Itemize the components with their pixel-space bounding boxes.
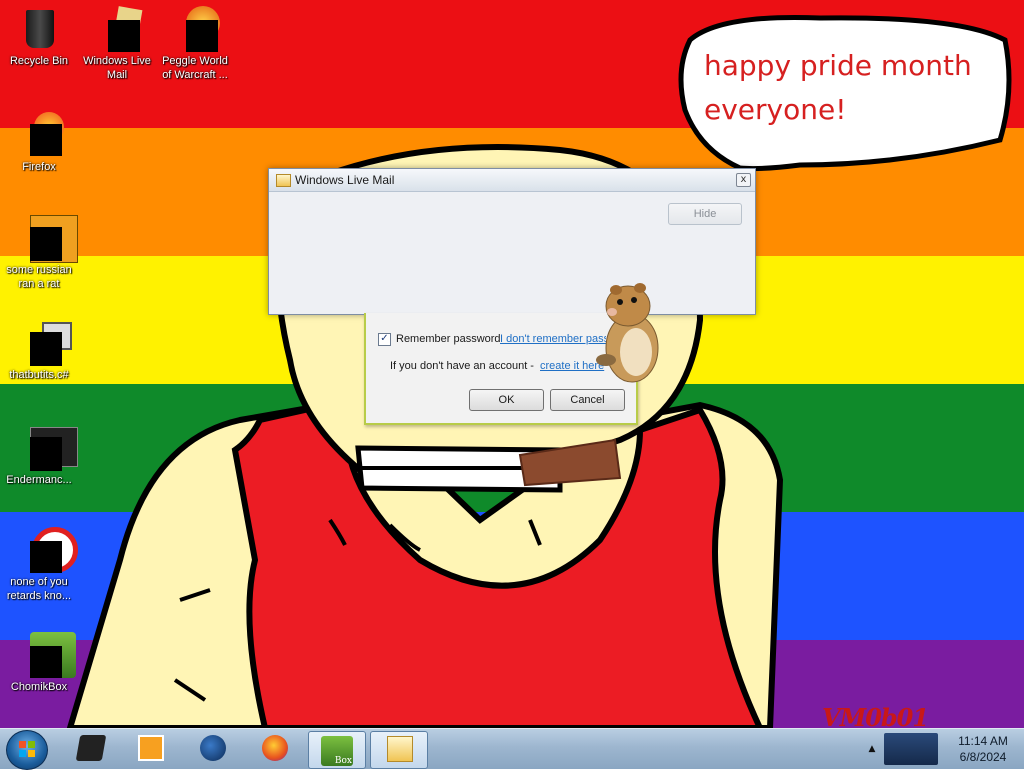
- desktop-icon-windows-live-mail[interactable]: Windows Live Mail: [78, 6, 156, 82]
- desktop-icon-label: thatbutits.c#: [9, 369, 69, 381]
- remember-password-label: Remember password: [396, 333, 501, 345]
- taskbar: Box ▲ 11:14 AM 6/8/2024: [0, 728, 1024, 770]
- hamster-app-icon: [16, 632, 76, 678]
- printer-icon: [75, 735, 107, 761]
- show-hidden-icons-button[interactable]: ▲: [864, 739, 880, 759]
- clock-time[interactable]: 11:14 AM: [946, 734, 1020, 748]
- mail-icon: [387, 736, 413, 762]
- desktop-icon-peggle[interactable]: Peggle World of Warcraft ...: [156, 6, 234, 82]
- desktop-icon-label: none of you retards kno...: [6, 576, 72, 602]
- media-player-icon: [138, 735, 164, 761]
- desktop-icon-endermanc[interactable]: Endermanc...: [0, 425, 78, 487]
- terminal-icon: [16, 425, 78, 471]
- desktop: happy pride month everyone! Recycle Bin …: [0, 0, 1024, 728]
- remember-password-checkbox[interactable]: ✓: [378, 333, 391, 346]
- recycle-bin-icon: [16, 6, 62, 52]
- hamster-pet-image: [596, 283, 659, 383]
- window-title: Windows Live Mail: [295, 173, 395, 187]
- ok-button[interactable]: OK: [469, 389, 544, 411]
- cancel-button[interactable]: Cancel: [550, 389, 625, 411]
- hamster-app-icon: Box: [321, 736, 353, 766]
- windows-logo-icon: [19, 741, 35, 757]
- desktop-icon-russian-rat[interactable]: some russian ran a rat: [0, 215, 78, 291]
- firefox-icon: [16, 112, 64, 158]
- desktop-icon-label: Recycle Bin: [9, 55, 69, 67]
- peggle-icon: [172, 6, 220, 52]
- taskbar-pinned-printer[interactable]: [62, 731, 118, 767]
- desktop-icon-chomikbox[interactable]: ChomikBox: [0, 632, 78, 694]
- desktop-icon-label: ChomikBox: [10, 681, 68, 693]
- hide-button[interactable]: Hide: [668, 203, 742, 225]
- network-icon[interactable]: [884, 733, 938, 765]
- desktop-icon-label: Endermanc...: [6, 474, 72, 486]
- vm-watermark: VM0b01: [822, 703, 929, 728]
- speech-bubble-text: happy pride month everyone!: [704, 44, 994, 132]
- taskbar-item-firefox[interactable]: [246, 731, 302, 767]
- speech-bubble-line2: everyone!: [704, 93, 847, 126]
- desktop-icon-thatbutits[interactable]: thatbutits.c#: [0, 320, 78, 382]
- desktop-icon-label: Windows Live Mail: [83, 55, 151, 81]
- window-titlebar[interactable]: Windows Live Mail x: [269, 169, 755, 192]
- taskbar-item-windows-live-mail[interactable]: [370, 731, 428, 769]
- mail-icon: [276, 174, 291, 187]
- editor-icon: [16, 215, 78, 263]
- taskbar-item-label: Box: [334, 756, 352, 766]
- mail-icon: [94, 6, 143, 52]
- close-button[interactable]: x: [736, 173, 751, 187]
- desktop-icon-none-of-you[interactable]: none of you retards kno...: [0, 527, 78, 603]
- system-tray: ▲ 11:14 AM 6/8/2024: [864, 729, 1024, 769]
- taskbar-item-media-player[interactable]: [122, 731, 178, 767]
- firefox-icon: [262, 735, 288, 761]
- desktop-icon-label: Firefox: [22, 161, 56, 173]
- desktop-icon-label: Peggle World of Warcraft ...: [162, 55, 228, 81]
- desktop-icon-recycle-bin[interactable]: Recycle Bin: [0, 6, 78, 68]
- taskbar-item-chomikbox[interactable]: Box: [308, 731, 366, 769]
- file-stack-icon: [16, 320, 72, 366]
- clock-date[interactable]: 6/8/2024: [946, 750, 1020, 764]
- speech-bubble-line1: happy pride month: [704, 49, 972, 82]
- forgot-password-link[interactable]: I don't remember password: [500, 333, 606, 345]
- start-button[interactable]: [6, 730, 48, 770]
- desktop-icon-label: some russian ran a rat: [6, 264, 72, 290]
- no-account-text: If you don't have an account -: [390, 360, 534, 372]
- app-icon: [16, 527, 78, 573]
- windows-live-mail-window: Windows Live Mail x Hide: [268, 168, 756, 315]
- taskbar-item-globe[interactable]: [184, 731, 240, 767]
- desktop-icon-firefox[interactable]: Firefox: [0, 112, 78, 174]
- globe-icon: [200, 735, 226, 761]
